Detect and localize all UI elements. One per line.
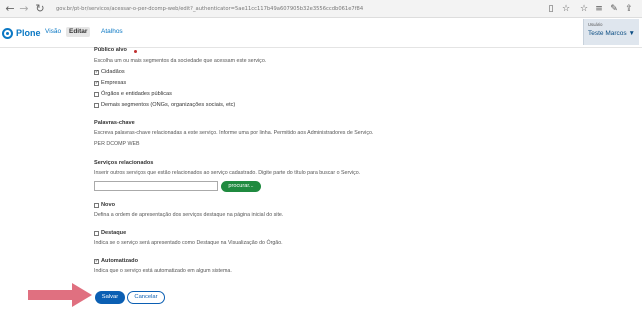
checkbox-label-destaque: Destaque [101,230,127,236]
checkbox-cidadaos[interactable]: ✓ [94,69,99,75]
save-button[interactable]: Salvar [95,291,125,304]
servicos-relacionados-help: Inserir outros serviços que estão relaci… [94,170,361,176]
tab-editar[interactable]: Editar [66,27,91,37]
cancel-button[interactable]: Cancelar [127,291,165,304]
checkbox-demais[interactable] [94,102,99,108]
checkbox-row-cidadaos[interactable]: ✓ Cidadãos [94,68,125,76]
user-menu-name: Teste Marcos ▼ [588,30,635,37]
checkbox-row-automatizado[interactable]: ✓ Automatizado [94,257,138,265]
favorite-star-icon[interactable]: ☆ [560,2,572,16]
novo-help: Defina a ordem de apresentação dos servi… [94,212,284,218]
user-menu[interactable]: Usuário Teste Marcos ▼ [583,19,639,45]
plone-logo-icon [2,27,13,39]
browser-chrome: ← → ↻ gov.br/pt-br/servicos/acessar-o-pe… [0,0,642,18]
required-marker [134,50,137,53]
checkbox-label-automatizado: Automatizado [101,258,138,264]
checkbox-label-empresas: Empresas [101,80,127,86]
palavras-chave-value[interactable]: PER DCOMP WEB [94,141,140,147]
tab-atalhos[interactable]: Atalhos [101,27,123,37]
publico-alvo-help: Escolha um ou mais segmentos da sociedad… [94,58,267,64]
plone-logo[interactable]: Plone [2,25,41,41]
share-icon[interactable]: ⇪ [623,2,635,16]
reading-view-icon[interactable]: ▯ [545,2,557,16]
servicos-relacionados-input[interactable] [94,181,218,191]
checkbox-orgaos[interactable] [94,91,99,97]
favorites-hub-icon[interactable]: ☆ [578,2,590,16]
destaque-help: Indica se o serviço será apresentado com… [94,240,283,246]
back-icon[interactable]: ← [3,2,17,16]
checkbox-automatizado[interactable]: ✓ [94,258,99,264]
checkbox-label-orgaos: Órgãos e entidades públicas [101,91,172,97]
refresh-icon[interactable]: ↻ [33,2,47,16]
checkbox-destaque[interactable] [94,230,99,236]
checkbox-row-empresas[interactable]: ✓ Empresas [94,79,126,87]
palavras-chave-label: Palavras-chave [94,120,135,126]
notes-icon[interactable]: ✎ [608,2,620,16]
automatizado-help: Indica que o serviço está automatizado e… [94,268,232,274]
plone-logo-text: Plone [16,28,41,38]
palavras-chave-help: Escreva palavras-chave relacionadas a es… [94,130,374,136]
pointer-arrow-icon [28,283,92,307]
checkbox-empresas[interactable]: ✓ [94,80,99,86]
publico-alvo-label: Público alvo [94,47,127,53]
checkbox-novo[interactable] [94,202,99,208]
checkbox-row-novo[interactable]: Novo [94,201,115,209]
tab-visao[interactable]: Visão [45,27,61,37]
checkbox-row-demais[interactable]: Demais segmentos (ONGs, organizações soc… [94,101,235,109]
forward-icon[interactable]: → [17,2,31,16]
checkbox-row-orgaos[interactable]: Órgãos e entidades públicas [94,90,172,98]
search-button[interactable]: procurar... [221,181,261,192]
plone-toolbar: Plone Visão Editar Atalhos [0,18,642,48]
checkbox-row-destaque[interactable]: Destaque [94,229,126,237]
checkbox-label-cidadaos: Cidadãos [101,69,125,75]
reading-list-icon[interactable]: ≡ [593,2,605,16]
servicos-relacionados-label: Serviços relacionados [94,160,154,166]
checkbox-label-novo: Novo [101,202,115,208]
checkbox-label-demais: Demais segmentos (ONGs, organizações soc… [101,102,236,108]
address-bar[interactable]: gov.br/pt-br/servicos/acessar-o-per-dcom… [56,3,456,15]
user-menu-label: Usuário [588,22,603,27]
